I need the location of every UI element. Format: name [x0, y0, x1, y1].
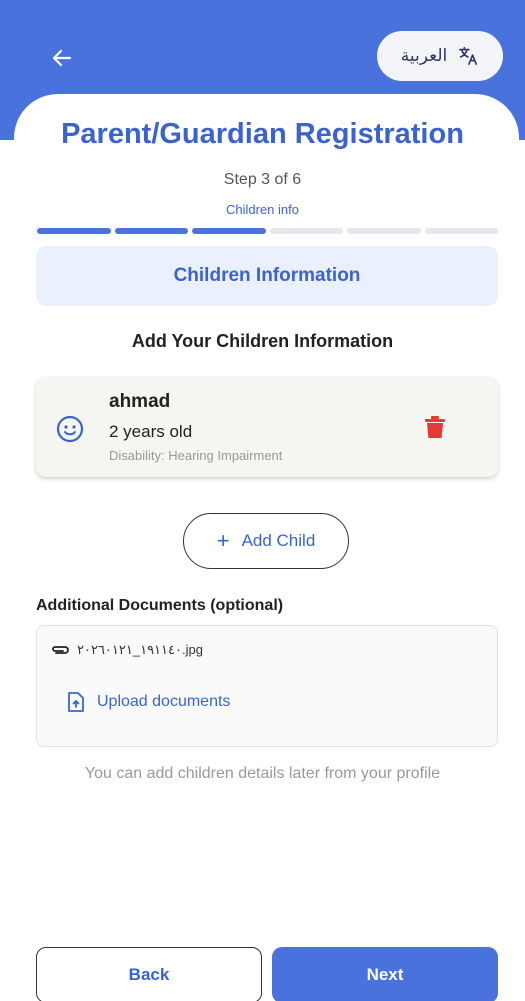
upload-file-icon [68, 692, 84, 712]
plus-icon: + [216, 528, 230, 553]
section-subheading: Add Your Children Information [131, 331, 394, 351]
language-label: العربية [400, 46, 448, 66]
child-disability: Disability: Hearing Impairment [109, 448, 283, 463]
progress-segment [114, 228, 188, 234]
translate-icon [459, 46, 478, 66]
page-title: Parent/Guardian Registration [61, 118, 464, 150]
documents-label: Additional Documents (optional) [36, 597, 284, 614]
arrow-left-icon [52, 49, 72, 67]
documents-box: ١٩١١٤٠_٢٠٢٦٠١٢١.jpg Upload documents [36, 625, 498, 747]
child-face-icon [56, 415, 84, 443]
upload-documents-label: Upload documents [97, 693, 231, 710]
next-button[interactable]: Next [272, 947, 498, 1001]
file-name: ١٩١١٤٠_٢٠٢٦٠١٢١.jpg [77, 642, 203, 657]
step-name: Children info [226, 202, 299, 217]
upload-documents-button[interactable]: Upload documents [67, 692, 230, 712]
step-counter: Step 3 of 6 [223, 171, 302, 188]
section-banner: Children Information [36, 246, 498, 306]
trash-icon[interactable] [424, 415, 446, 439]
language-toggle-button[interactable]: العربية [377, 31, 503, 81]
child-age: 2 years old [109, 422, 193, 441]
progress-segment [192, 228, 266, 234]
progress-segment [424, 228, 498, 234]
child-card[interactable]: ahmad 2 years old Disability: Hearing Im… [36, 377, 498, 477]
progress-segment [37, 228, 111, 234]
hint-text: You can add children details later from … [84, 765, 441, 782]
progress-segment [269, 228, 343, 234]
add-child-label: Add Child [241, 531, 316, 550]
progress-segment [347, 228, 421, 234]
back-button[interactable]: Back [36, 947, 262, 1001]
step-progress-bar [37, 228, 498, 234]
back-arrow-button[interactable] [44, 40, 80, 76]
add-child-button[interactable]: + Add Child [183, 513, 349, 569]
attached-file[interactable]: ١٩١١٤٠_٢٠٢٦٠١٢١.jpg [51, 642, 203, 658]
child-name: ahmad [109, 391, 171, 412]
paperclip-icon [52, 646, 69, 654]
